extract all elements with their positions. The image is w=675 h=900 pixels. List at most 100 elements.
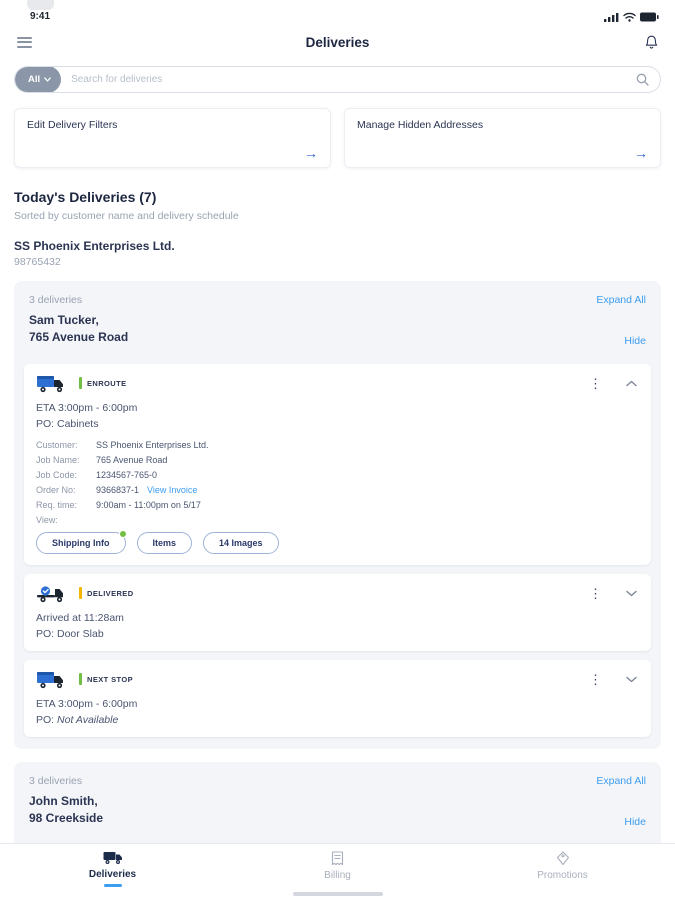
hide-button[interactable]: Hide — [624, 335, 646, 347]
delivery-group-sam-tucker: 3 deliveries Expand All Sam Tucker, 765 … — [14, 281, 661, 749]
arrow-right-icon: → — [634, 145, 648, 161]
recipient-address: 98 Creekside — [29, 811, 104, 826]
tab-deliveries[interactable]: Deliveries — [0, 844, 225, 900]
todays-deliveries-section: Today's Deliveries (7) Sorted by custome… — [14, 189, 661, 222]
active-tab-indicator — [103, 884, 122, 887]
customer-account-number: 98765432 — [14, 256, 61, 268]
section-title: Today's Deliveries (7) — [14, 189, 157, 205]
delivery-details: Customer: SS Phoenix Enterprises Ltd. Job… — [36, 440, 639, 525]
detail-label: View: — [36, 514, 58, 525]
detail-label: Job Code: — [36, 469, 78, 480]
deliveries-screen: 9:41 Deliveries All Search for deliverie… — [0, 0, 675, 900]
status-badge: NEXT STOP — [79, 673, 133, 686]
cellular-signal-icon — [604, 12, 619, 22]
manage-hidden-addresses-label: Manage Hidden Addresses — [357, 119, 484, 131]
section-subtitle: Sorted by customer name and delivery sch… — [14, 210, 239, 222]
chevron-down-icon — [44, 77, 51, 82]
detail-value: 765 Avenue Road — [96, 454, 168, 465]
recipient-name: Sam Tucker, — [29, 313, 99, 327]
view-buttons-row: Shipping Info Items 14 Images — [36, 529, 639, 554]
recipient-name: John Smith, — [29, 793, 98, 808]
detail-label: Req. time: — [36, 499, 78, 510]
edit-delivery-filters-card[interactable]: Edit Delivery Filters → — [14, 108, 331, 168]
status-label: ENROUTE — [87, 378, 127, 388]
edit-delivery-filters-label: Edit Delivery Filters — [27, 119, 118, 131]
status-bar: 9:41 — [0, 0, 675, 24]
battery-icon — [640, 12, 659, 21]
eta-text: ETA 3:00pm - 6:00pm — [36, 697, 138, 710]
detail-label: Customer: — [36, 439, 78, 450]
page-title: Deliveries — [305, 34, 370, 50]
status-color-bar — [79, 673, 82, 686]
items-button[interactable]: Items — [136, 531, 193, 554]
group-delivery-count: 3 deliveries — [29, 294, 83, 306]
search-bar: All — [14, 66, 661, 93]
expand-all-button[interactable]: Expand All — [596, 294, 646, 306]
status-time: 9:41 — [30, 11, 51, 22]
tab-label: Promotions — [537, 870, 588, 881]
group-recipient-address: Sam Tucker, 765 Avenue Road — [29, 312, 128, 347]
status-badge: DELIVERED — [79, 587, 134, 600]
notification-dot — [118, 529, 127, 538]
po-text: PO: Cabinets — [36, 417, 99, 430]
delivery-item-enroute: ENROUTE ⋮ ETA 3:00pm - 6:00pm PO: Cabine… — [24, 363, 651, 565]
search-input[interactable] — [61, 74, 636, 85]
promotions-tag-icon — [556, 851, 569, 866]
po-text: PO: Not Available — [36, 713, 119, 726]
eta-text: ETA 3:00pm - 6:00pm — [36, 401, 138, 414]
detail-label: Order No: — [36, 484, 76, 495]
expand-all-button[interactable]: Expand All — [596, 775, 646, 787]
status-icons — [604, 12, 659, 22]
tab-label: Deliveries — [88, 869, 137, 880]
billing-receipt-icon — [331, 851, 344, 866]
deliveries-truck-icon — [103, 852, 122, 864]
images-button[interactable]: 14 Images — [203, 531, 279, 554]
detail-value: 1234567-765-0 — [96, 469, 158, 480]
status-color-bar — [79, 377, 82, 390]
shipping-info-button[interactable]: Shipping Info — [36, 529, 127, 554]
status-badge: ENROUTE — [79, 377, 127, 390]
customer-name: SS Phoenix Enterprises Ltd. — [14, 239, 175, 253]
detail-value: SS Phoenix Enterprises Ltd. — [96, 439, 209, 450]
delivery-item-next-stop: NEXT STOP ⋮ ETA 3:00pm - 6:00pm PO: Not … — [24, 659, 651, 737]
app-header: Deliveries — [0, 24, 675, 60]
home-indicator[interactable] — [292, 892, 383, 896]
expand-chevron-down-icon[interactable] — [624, 676, 639, 683]
collapse-chevron-up-icon[interactable] — [624, 380, 639, 387]
detail-value: 9366837-1 — [96, 484, 140, 495]
po-unavailable-value: Not Available — [57, 713, 119, 726]
wifi-icon — [623, 12, 636, 22]
truck-icon — [36, 373, 67, 394]
notifications-bell-icon[interactable] — [645, 35, 658, 50]
expand-chevron-down-icon[interactable] — [624, 590, 639, 597]
status-color-bar — [79, 587, 82, 600]
view-invoice-link[interactable]: View Invoice — [147, 485, 197, 495]
group-delivery-count: 3 deliveries — [29, 774, 83, 787]
detail-label: Job Name: — [36, 454, 80, 465]
menu-icon[interactable] — [17, 36, 32, 48]
delivered-truck-icon — [36, 583, 67, 604]
search-icon[interactable] — [636, 73, 649, 86]
more-options-icon[interactable]: ⋮ — [585, 587, 606, 600]
more-options-icon[interactable]: ⋮ — [585, 673, 606, 686]
detail-value: 9:00am - 11:00pm on 5/17 — [96, 499, 201, 510]
group-recipient-address: John Smith, 98 Creekside — [29, 793, 103, 828]
quick-action-cards: Edit Delivery Filters → Manage Hidden Ad… — [14, 108, 661, 168]
customer-block: SS Phoenix Enterprises Ltd. 98765432 — [14, 239, 661, 268]
tab-promotions[interactable]: Promotions — [450, 844, 675, 900]
more-options-icon[interactable]: ⋮ — [585, 377, 606, 390]
truck-icon — [36, 669, 67, 690]
search-filter-dropdown[interactable]: All — [15, 67, 62, 92]
tab-label: Billing — [324, 870, 351, 881]
search-filter-label: All — [28, 74, 41, 85]
recipient-address: 765 Avenue Road — [29, 330, 129, 345]
hide-button[interactable]: Hide — [624, 816, 646, 828]
po-text: PO: Door Slab — [36, 627, 104, 640]
screen-corner-decoration — [27, 0, 54, 10]
delivery-item-delivered: DELIVERED ⋮ Arrived at 11:28am PO: Door … — [24, 573, 651, 651]
manage-hidden-addresses-card[interactable]: Manage Hidden Addresses → — [344, 108, 661, 168]
status-label: DELIVERED — [87, 588, 134, 598]
status-label: NEXT STOP — [87, 674, 133, 684]
arrival-text: Arrived at 11:28am — [36, 611, 124, 624]
arrow-right-icon: → — [304, 145, 318, 161]
